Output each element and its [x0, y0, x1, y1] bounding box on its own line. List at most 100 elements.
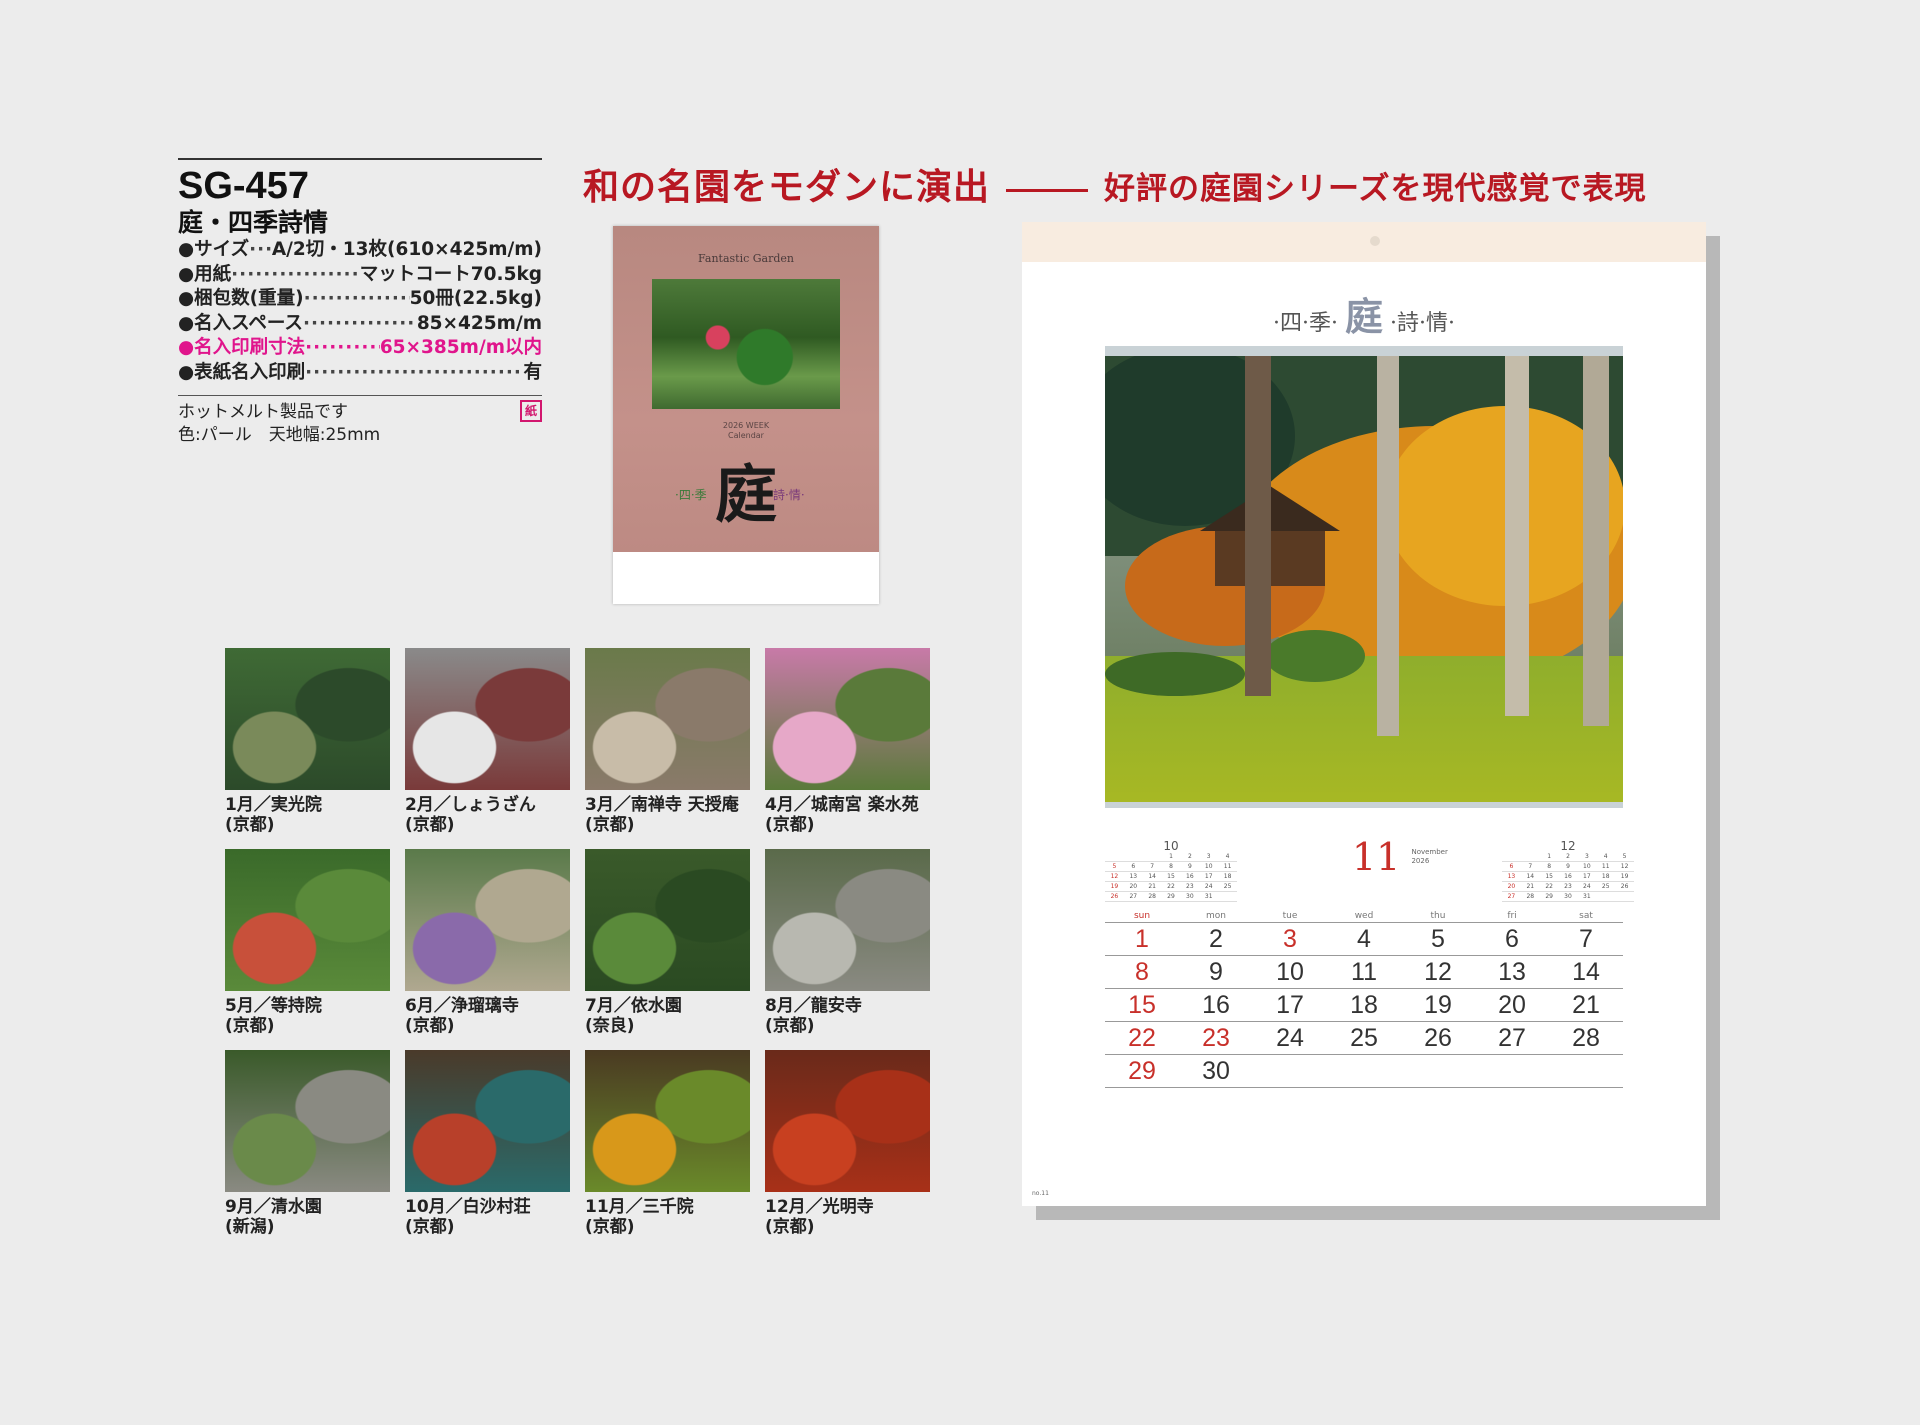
mini-calendar-next: 12 1 2 3 4 5 6 7 8 9 10 11 12 13 14 15 16 17 18 19 20 21 22 23… — [1502, 840, 1634, 902]
month-title: 3月／南禅寺 天授庵 — [585, 795, 739, 815]
day-cell: 6 — [1505, 925, 1519, 953]
day-cell: 22 — [1128, 1024, 1156, 1052]
mini-day: 26 — [1105, 892, 1124, 902]
month-photo — [585, 648, 750, 790]
page-number: no.11 — [1032, 1190, 1049, 1197]
weekday-label: mon — [1206, 911, 1226, 921]
month-heading: 11 November 2026 — [1352, 838, 1448, 876]
spec-label: ●表紙名入印刷 — [178, 361, 306, 383]
month-photo — [405, 1050, 570, 1192]
month-name: November — [1411, 848, 1448, 856]
month-caption: 5月／等持院 (京都) — [225, 996, 322, 1036]
binding-strip — [1022, 222, 1706, 262]
weekday-label: fri — [1507, 911, 1517, 921]
mini-day: 30 — [1180, 892, 1200, 902]
product-spec-block: SG-457 庭・四季詩情 ●サイズ A/2切・13枚(610×425m/m) ●用… — [178, 158, 542, 446]
mini-day: 5 — [1105, 862, 1124, 872]
month-photo — [225, 1050, 390, 1192]
mini-day: 18 — [1218, 872, 1237, 882]
mini-day: 27 — [1502, 892, 1521, 902]
mini-day: 4 — [1218, 852, 1237, 862]
leader-dots — [249, 238, 272, 263]
month-caption: 7月／依水園 (奈良) — [585, 996, 682, 1036]
spec-row: ●表紙名入印刷 有 — [178, 361, 542, 386]
cover-year-line2: Calendar — [728, 431, 764, 440]
week-row: 8 9 10 11 12 13 14 — [1105, 956, 1623, 989]
day-cell: 24 — [1276, 1024, 1304, 1052]
month-photo — [225, 648, 390, 790]
week-row: 29 30 — [1105, 1055, 1623, 1088]
spec-label: ●名入スペース — [178, 312, 303, 334]
month-caption: 2月／しょうざん (京都) — [405, 795, 536, 835]
month-caption: 1月／実光院 (京都) — [225, 795, 322, 835]
month-place: (京都) — [765, 1217, 815, 1237]
week-row: 22 23 24 25 26 27 28 — [1105, 1022, 1623, 1055]
cover-photo — [652, 279, 840, 409]
month-title: 11月／三千院 — [585, 1197, 694, 1217]
day-cell: 4 — [1357, 925, 1371, 953]
day-cell: 9 — [1209, 958, 1223, 986]
spec-value: A/2切・13枚(610×425m/m) — [271, 239, 542, 260]
mini-day: 10 — [1577, 862, 1597, 872]
day-cell: 1 — [1135, 925, 1149, 953]
mini-day: 7 — [1520, 862, 1540, 872]
mini-calendar-prev: 10 1 2 3 4 5 6 7 8 9 10 11 12 13 14 15 16 17 18 19 20 21 22 23… — [1105, 840, 1237, 902]
cover-left-chars: ·四·季 — [675, 488, 707, 502]
spec-label: ●サイズ — [178, 239, 250, 260]
mini-day: 29 — [1161, 892, 1181, 902]
mini-day: 6 — [1123, 862, 1143, 872]
mini-day: 28 — [1520, 892, 1540, 902]
mini-day: 31 — [1577, 892, 1597, 902]
mini-day: 24 — [1199, 882, 1219, 892]
day-cell: 3 — [1283, 925, 1297, 953]
month-photo — [225, 849, 390, 991]
month-caption: 9月／清水園 (新潟) — [225, 1197, 322, 1237]
mini-next-label: 12 — [1560, 839, 1576, 853]
mini-day: 22 — [1161, 882, 1181, 892]
month-grid: sun mon tue wed thu fri sat 1 2 3 4 5 6 7 8 9 10 11 12 13 1… — [1105, 910, 1623, 1088]
spec-row: ●名入印刷寸法 65×385m/m以内 — [178, 336, 542, 361]
mini-day: 16 — [1180, 872, 1200, 882]
mini-day: 19 — [1105, 882, 1124, 892]
mini-day: 8 — [1161, 862, 1181, 872]
mini-day: 28 — [1142, 892, 1162, 902]
mini-day: 20 — [1502, 882, 1521, 892]
month-photo — [765, 1050, 930, 1192]
month-photo — [405, 648, 570, 790]
day-cell: 15 — [1128, 991, 1156, 1019]
mini-day: 20 — [1123, 882, 1143, 892]
spec-divider — [178, 395, 542, 396]
day-cell: 28 — [1572, 1024, 1600, 1052]
mini-day: 4 — [1596, 852, 1616, 862]
day-cell — [1253, 1055, 1327, 1087]
leader-dots — [231, 263, 360, 288]
spec-value: 65×385m/m以内 — [379, 337, 542, 358]
mini-day: 19 — [1615, 872, 1634, 882]
weekday-label: thu — [1430, 911, 1446, 921]
day-cell: 5 — [1431, 925, 1445, 953]
month-title: 6月／浄瑠璃寺 — [405, 996, 519, 1016]
spec-label: ●梱包数(重量) — [178, 288, 304, 309]
mini-day: 25 — [1596, 882, 1616, 892]
cover-face: Fantastic Garden 2026 WEEK Calendar 庭 ·四… — [613, 226, 879, 552]
spec-value: 50冊(22.5kg) — [409, 288, 542, 309]
weekday-label: sat — [1579, 911, 1593, 921]
day-cell: 21 — [1572, 991, 1600, 1019]
calendar-page-preview: ·四·季· 庭 ·詩·情· 10 1 2 3 4 5 6 7 8 9 10 11… — [1022, 222, 1720, 1220]
leader-dots — [305, 336, 380, 361]
day-cell: 30 — [1202, 1057, 1230, 1085]
mini-day: 11 — [1596, 862, 1616, 872]
month-photo — [585, 1050, 750, 1192]
mini-day: 11 — [1218, 862, 1237, 872]
headline: 和の名園をモダンに演出 好評の庭園シリーズを現代感覚で表現 — [583, 158, 1646, 210]
weekday-label: sun — [1133, 911, 1151, 921]
day-cell: 29 — [1128, 1057, 1156, 1085]
mini-day: 3 — [1577, 852, 1597, 862]
autumn-garden-photo — [1105, 356, 1623, 802]
month-title: 4月／城南宮 楽水苑 — [765, 795, 919, 815]
mini-day: 6 — [1502, 862, 1521, 872]
mini-day: 2 — [1558, 852, 1578, 862]
mini-day: 17 — [1199, 872, 1219, 882]
mini-day: 23 — [1558, 882, 1578, 892]
month-title: 5月／等持院 — [225, 996, 322, 1016]
